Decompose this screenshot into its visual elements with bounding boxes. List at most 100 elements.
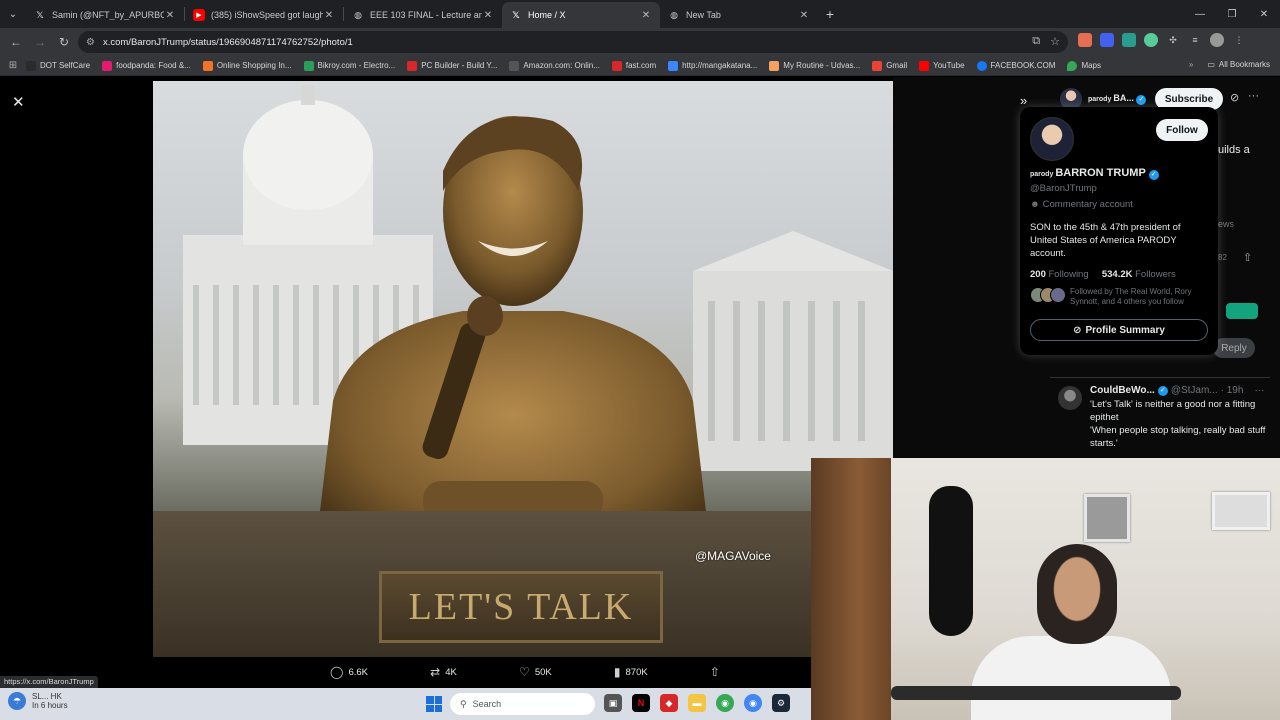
follow-button[interactable]: Follow <box>1156 119 1208 141</box>
bookmark-item[interactable]: foodpanda: Food &... <box>102 60 191 71</box>
tab-3[interactable]: ◍ EEE 103 FINAL - Lecture analys ✕ <box>344 2 502 28</box>
back-icon[interactable]: ← <box>4 30 28 54</box>
tab-search-icon[interactable]: ⌄ <box>0 0 26 28</box>
close-icon[interactable]: ✕ <box>798 10 810 21</box>
view-count: 870K <box>625 666 648 678</box>
bookmark-item[interactable]: Gmail <box>872 60 907 71</box>
steam-icon[interactable]: ⚙ <box>772 694 790 712</box>
grok-icon: ⊘ <box>1073 324 1082 336</box>
puzzle-icon[interactable]: ✣ <box>1166 33 1180 47</box>
file-explorer-icon[interactable]: ▬ <box>688 694 706 712</box>
more-options-icon[interactable]: ··· <box>1248 90 1259 102</box>
task-view-icon[interactable]: ▣ <box>604 694 622 712</box>
bookmark-item[interactable]: http://mangakatana... <box>668 60 757 71</box>
share-icon[interactable]: ⇧ <box>1243 251 1252 264</box>
site-info-icon[interactable]: ⚙ <box>86 37 95 48</box>
url-text: x.com/BaronJTrump/status/196690487117476… <box>102 36 353 48</box>
followed-by[interactable]: Followed by The Real World, Rory Synnott… <box>1030 287 1210 307</box>
address-bar[interactable]: ⚙ x.com/BaronJTrump/status/1966904871174… <box>78 31 1068 53</box>
install-icon[interactable]: ⧉ <box>1032 35 1040 48</box>
close-icon[interactable]: ✕ <box>482 10 494 21</box>
avatar[interactable] <box>1058 386 1082 410</box>
weather-widget[interactable]: ☂ SL... HK In 6 hours <box>8 692 68 710</box>
plaque-text: LET'S TALK <box>408 586 634 628</box>
share-button[interactable]: ⇧ <box>710 665 720 679</box>
close-icon[interactable]: ✕ <box>323 10 335 21</box>
reply-timestamp[interactable]: · 19h <box>1221 385 1244 396</box>
profile-name[interactable]: parody BARRON TRUMP ✓ <box>1030 167 1159 180</box>
following-link[interactable]: 200 Following <box>1030 269 1089 280</box>
followers-link[interactable]: 534.2K Followers <box>1102 269 1176 280</box>
wall-clock-graphic <box>1212 492 1270 530</box>
menu-icon[interactable]: ⋮ <box>1232 33 1246 47</box>
profile-handle[interactable]: @BaronJTrump <box>1030 183 1097 194</box>
grok-icon[interactable]: ⊘ <box>1230 91 1239 104</box>
close-icon[interactable]: ✕ <box>164 10 176 21</box>
window-controls: — ❐ ✕ <box>1184 0 1280 28</box>
profile-summary-label: Profile Summary <box>1085 324 1165 336</box>
reload-icon[interactable]: ↻ <box>52 30 76 54</box>
new-tab-button[interactable]: + <box>818 6 842 22</box>
bookmark-item[interactable]: My Routine - Udvas... <box>769 60 860 71</box>
reply-author-handle[interactable]: @StJam... <box>1171 385 1218 396</box>
avatar[interactable] <box>1030 117 1074 161</box>
tweet-photo[interactable]: LET'S TALK @MAGAVoice <box>153 81 893 657</box>
extension-icon[interactable] <box>1078 33 1092 47</box>
tab-1[interactable]: 𝕏 Samin (@NFT_by_APURBO) / X ✕ <box>26 2 184 28</box>
bookmark-favicon <box>26 60 36 71</box>
bookmark-star-icon[interactable]: ☆ <box>1050 35 1060 48</box>
verified-icon: ✓ <box>1157 385 1168 396</box>
reply-tweet[interactable]: CouldBeWo... ✓ @StJam... · 19h ··· 'Let'… <box>1050 377 1270 450</box>
minimize-icon[interactable]: — <box>1184 0 1216 28</box>
author-name[interactable]: parody BA... ✓ <box>1088 93 1147 105</box>
tab-4[interactable]: 𝕏 Home / X ✕ <box>502 2 660 28</box>
bookmark-item[interactable]: Maps <box>1067 60 1101 71</box>
apps-grid-icon[interactable]: ⊞ <box>0 60 26 71</box>
bookmark-item[interactable]: Online Shopping In... <box>202 60 292 71</box>
repost-button[interactable]: ⇄ 4K <box>430 665 457 679</box>
netflix-icon[interactable]: N <box>632 694 650 712</box>
profile-summary-button[interactable]: ⊘ Profile Summary <box>1030 319 1208 341</box>
chrome-icon[interactable]: ◉ <box>716 694 734 712</box>
shield-icon[interactable] <box>1122 33 1136 47</box>
app-icon[interactable]: ◆ <box>660 694 678 712</box>
reply-submit-button[interactable]: Reply <box>1213 338 1255 358</box>
avatar[interactable] <box>1210 33 1224 47</box>
bookmark-item[interactable]: DOT SelfCare <box>26 60 90 71</box>
all-bookmarks[interactable]: » ▭ All Bookmarks <box>1189 60 1270 69</box>
repost-count: 4K <box>445 666 457 678</box>
tab-2[interactable]: ▶ (385) iShowSpeed got laughed ✕ <box>185 2 343 28</box>
more-options-icon[interactable]: ··· <box>1254 385 1264 396</box>
reply-author-name[interactable]: CouldBeWo... <box>1090 385 1155 396</box>
chevron-right-icon: » <box>1188 60 1194 69</box>
taskbar-search[interactable]: ⚲ Search <box>450 693 595 715</box>
weather-temp: SL... HK <box>32 692 62 701</box>
bookmark-item[interactable]: PC Builder - Build Y... <box>407 60 497 71</box>
views-fragment: ews <box>1218 219 1235 229</box>
close-icon[interactable]: ✕ <box>640 10 652 21</box>
extension-icon[interactable] <box>1226 303 1258 319</box>
media-icon[interactable]: ≡ <box>1188 33 1202 47</box>
like-button[interactable]: ♡ 50K <box>519 665 552 679</box>
tab-title: New Tab <box>686 10 721 20</box>
chrome-icon[interactable]: ◉ <box>744 694 762 712</box>
collapse-panel-icon[interactable]: » <box>1020 93 1027 108</box>
bookmark-item[interactable]: Bikroy.com - Electro... <box>303 60 395 71</box>
bookmark-item[interactable]: fast.com <box>611 60 656 71</box>
facebook-icon <box>976 60 987 71</box>
subscribe-label: Subscribe <box>1164 93 1214 105</box>
forward-icon[interactable]: → <box>28 30 52 54</box>
extension-icon[interactable] <box>1144 33 1158 47</box>
maximize-icon[interactable]: ❐ <box>1216 0 1248 28</box>
views-button[interactable]: ▮ 870K <box>614 665 648 679</box>
bookmark-item[interactable]: Amazon.com: Onlin... <box>509 60 600 71</box>
windows-start-icon[interactable] <box>426 696 442 712</box>
reply-button[interactable]: ◯ 6.6K <box>330 665 368 679</box>
close-icon[interactable]: ✕ <box>12 93 25 111</box>
bookmark-item[interactable]: YouTube <box>919 60 965 71</box>
profile-bio: SON to the 45th & 47th president of Unit… <box>1030 222 1181 259</box>
bookmark-item[interactable]: FACEBOOK.COM <box>976 60 1055 71</box>
extension-icon[interactable] <box>1100 33 1114 47</box>
tab-5[interactable]: ◍ New Tab ✕ <box>660 2 818 28</box>
close-window-icon[interactable]: ✕ <box>1248 0 1280 28</box>
